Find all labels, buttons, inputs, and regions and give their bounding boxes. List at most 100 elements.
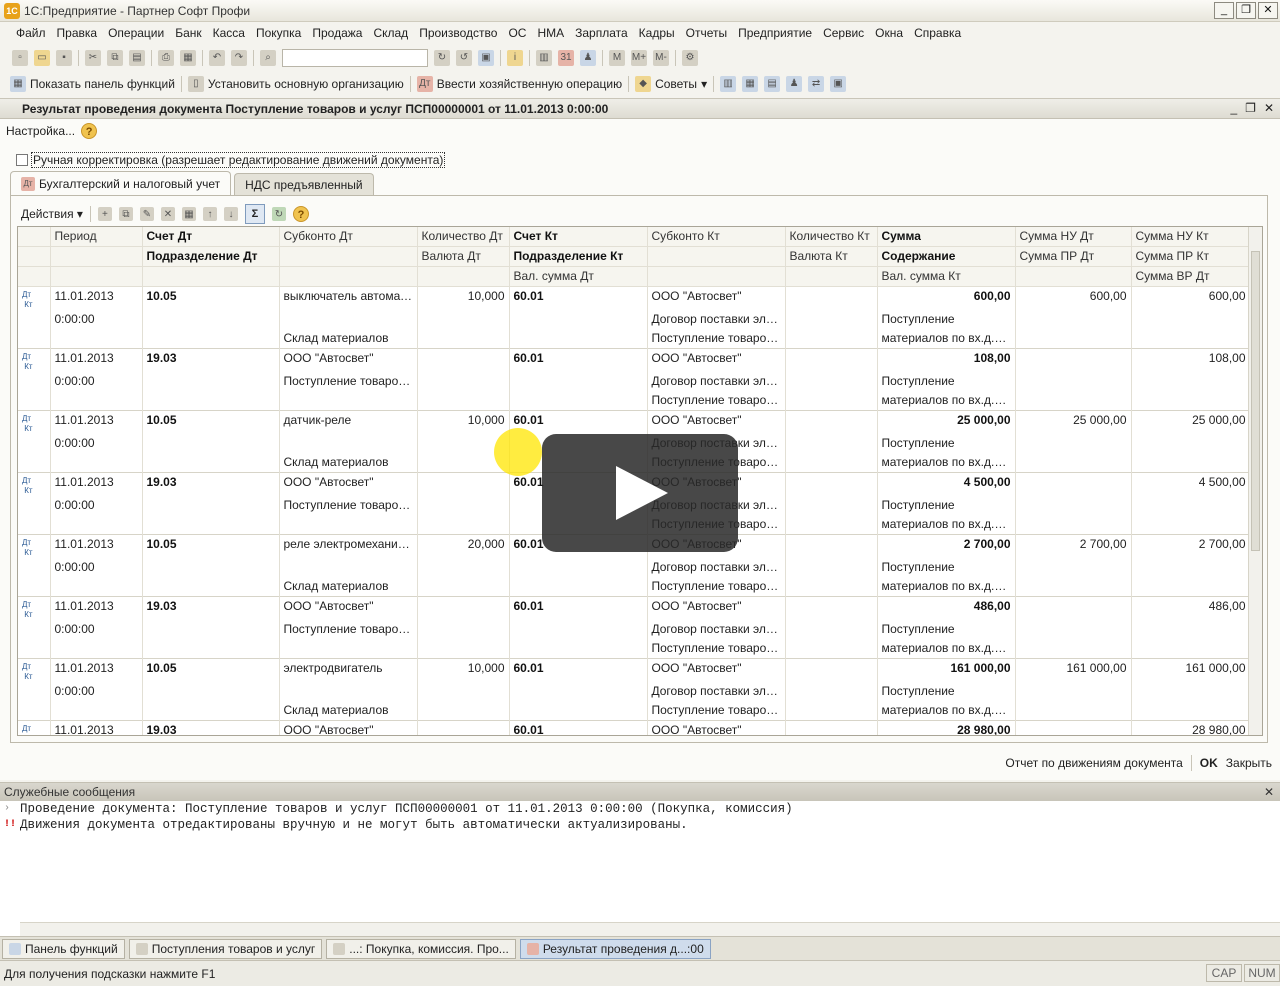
- tab-vat[interactable]: НДС предъявленный: [234, 173, 374, 195]
- ok-button[interactable]: OK: [1200, 756, 1218, 770]
- column-header[interactable]: Вал. сумма Дт: [509, 266, 648, 287]
- settings-link[interactable]: Настройка...: [6, 124, 75, 138]
- column-header[interactable]: [279, 266, 418, 287]
- column-header[interactable]: Счет Дт: [142, 227, 280, 247]
- memory-m-icon[interactable]: M: [609, 50, 625, 66]
- enter-operation-button[interactable]: Дт Ввести хозяйственную операцию: [416, 76, 622, 92]
- reports-icon[interactable]: ▤: [764, 76, 781, 92]
- menu-item[interactable]: ОС: [508, 26, 526, 40]
- table-row[interactable]: Поступление товаров и... материалов по вх…: [18, 639, 1251, 659]
- close-button[interactable]: ✕: [1258, 2, 1278, 19]
- menu-item[interactable]: Окна: [875, 26, 903, 40]
- save-icon[interactable]: ▪: [56, 50, 72, 66]
- copy-row-icon[interactable]: ⧉: [118, 207, 133, 221]
- open-folder-icon[interactable]: ▭: [34, 50, 50, 66]
- column-header[interactable]: Содержание: [877, 246, 1016, 267]
- column-header[interactable]: Сумма ВР Дт: [1131, 266, 1251, 287]
- tab-accounting[interactable]: Дт Бухгалтерский и налоговый учет: [10, 171, 232, 195]
- search-icon[interactable]: ⌕: [260, 50, 276, 66]
- exchange-icon[interactable]: ⇄: [808, 76, 825, 92]
- menu-item[interactable]: Предприятие: [738, 26, 812, 40]
- close-doc-button[interactable]: Закрыть: [1226, 756, 1272, 770]
- help-icon[interactable]: ?: [81, 123, 98, 139]
- column-header[interactable]: Подразделение Кт: [509, 246, 648, 267]
- column-header[interactable]: [142, 266, 280, 287]
- menu-item[interactable]: Продажа: [312, 26, 362, 40]
- restore-button[interactable]: ❐: [1236, 2, 1256, 19]
- menu-item[interactable]: Сервис: [823, 26, 864, 40]
- scroll-thumb[interactable]: [1251, 251, 1260, 551]
- doc-minimize-button[interactable]: _: [1230, 101, 1237, 115]
- messages-horizontal-scrollbar[interactable]: [20, 922, 1280, 936]
- menu-item[interactable]: НМА: [537, 26, 564, 40]
- column-header[interactable]: Сумма ПР Кт: [1131, 246, 1251, 267]
- table-row[interactable]: Дт Кт11.01.201319.03ООО "Автосвет"60.01О…: [18, 720, 1251, 735]
- column-header[interactable]: Сумма ПР Дт: [1015, 246, 1132, 267]
- print-icon[interactable]: ⎙: [158, 50, 174, 66]
- video-play-button[interactable]: [542, 434, 738, 552]
- table-row[interactable]: 0:00:00 Договор поставки эле... Поступлени…: [18, 310, 1251, 329]
- column-header[interactable]: Количество Кт: [785, 227, 878, 247]
- show-panel-button[interactable]: ▦ Показать панель функций: [10, 76, 175, 92]
- column-header[interactable]: Субконто Кт: [647, 227, 786, 247]
- column-header[interactable]: [50, 266, 143, 287]
- edit-row-icon[interactable]: ✎: [139, 207, 154, 221]
- column-header[interactable]: [785, 266, 878, 287]
- menu-item[interactable]: Производство: [419, 26, 497, 40]
- task-receipts-list[interactable]: Поступления товаров и услуг: [128, 938, 323, 959]
- undo-icon[interactable]: ↶: [209, 50, 225, 66]
- column-header[interactable]: [417, 266, 510, 287]
- table-row[interactable]: 0:00:00 Договор поставки эле... Поступлени…: [18, 558, 1251, 577]
- column-header[interactable]: [1015, 266, 1132, 287]
- table-row[interactable]: 0:00:00 Поступление товаров и... Договор п…: [18, 620, 1251, 639]
- column-header[interactable]: Количество Дт: [417, 227, 510, 247]
- paste-icon[interactable]: ▤: [129, 50, 145, 66]
- table-row[interactable]: Склад материалов Поступление товаров и...…: [18, 577, 1251, 597]
- manual-edit-checkbox[interactable]: Ручная корректировка (разрешает редактир…: [16, 152, 446, 168]
- tools-icon[interactable]: ⚙: [682, 50, 698, 66]
- find-prev-icon[interactable]: ↺: [456, 50, 472, 66]
- table-row[interactable]: Дт Кт 11.01.2013 10.05 электродвигатель 10,0…: [18, 658, 1251, 682]
- table-row[interactable]: Дт Кт 11.01.2013 10.05 датчик-реле 10,000 60.…: [18, 410, 1251, 434]
- menu-item[interactable]: Операции: [108, 26, 164, 40]
- task-receipt-document[interactable]: ...: Покупка, комиссия. Про...: [326, 938, 516, 959]
- column-header[interactable]: Счет Кт: [509, 227, 648, 247]
- column-header[interactable]: [279, 246, 418, 267]
- column-header[interactable]: Валюта Кт: [785, 246, 878, 267]
- column-header[interactable]: Вал. сумма Кт: [877, 266, 1016, 287]
- grid-vertical-scrollbar[interactable]: [1248, 227, 1262, 735]
- table-row[interactable]: Дт Кт11.01.201319.03ООО "Автосвет"60.01О…: [18, 596, 1251, 620]
- messages-close-icon[interactable]: ✕: [1264, 783, 1274, 801]
- delete-row-icon[interactable]: ✕: [160, 207, 175, 221]
- column-header[interactable]: Сумма: [877, 227, 1016, 247]
- menu-item[interactable]: Кадры: [639, 26, 675, 40]
- minimize-button[interactable]: _: [1214, 2, 1234, 19]
- cut-icon[interactable]: ✂: [85, 50, 101, 66]
- column-header[interactable]: Сумма НУ Кт: [1131, 227, 1251, 247]
- menu-item[interactable]: Отчеты: [686, 26, 727, 40]
- employees-icon[interactable]: ♟: [786, 76, 803, 92]
- menu-item[interactable]: Файл: [16, 26, 46, 40]
- menu-item[interactable]: Склад: [373, 26, 408, 40]
- calculator-icon[interactable]: ▥: [536, 50, 552, 66]
- grid-help-icon[interactable]: ?: [292, 206, 309, 222]
- add-row-icon[interactable]: +: [97, 207, 112, 221]
- menu-item[interactable]: Покупка: [256, 26, 301, 40]
- search-input[interactable]: [282, 49, 428, 67]
- menu-item[interactable]: Справка: [914, 26, 961, 40]
- table-row[interactable]: Дт Кт11.01.201319.03ООО "Автосвет"60.01О…: [18, 348, 1251, 372]
- redo-icon[interactable]: ↷: [231, 50, 247, 66]
- menu-item[interactable]: Зарплата: [575, 26, 628, 40]
- new-document-icon[interactable]: ▫: [12, 50, 28, 66]
- column-header[interactable]: Субконто Дт: [279, 227, 418, 247]
- set-organization-button[interactable]: ▯ Установить основную организацию: [187, 76, 404, 92]
- copy-icon[interactable]: ⧉: [107, 50, 123, 66]
- windows-icon[interactable]: ▣: [478, 50, 494, 66]
- table-row[interactable]: Поступление товаров и... материалов по вх…: [18, 391, 1251, 411]
- column-header[interactable]: Период: [50, 227, 143, 247]
- movements-report-link[interactable]: Отчет по движениям документа: [1005, 756, 1182, 770]
- table-row[interactable]: Склад материалов Поступление товаров и...…: [18, 701, 1251, 721]
- menu-item[interactable]: Правка: [57, 26, 98, 40]
- menu-item[interactable]: Банк: [175, 26, 201, 40]
- doc-close-button[interactable]: ✕: [1264, 101, 1274, 115]
